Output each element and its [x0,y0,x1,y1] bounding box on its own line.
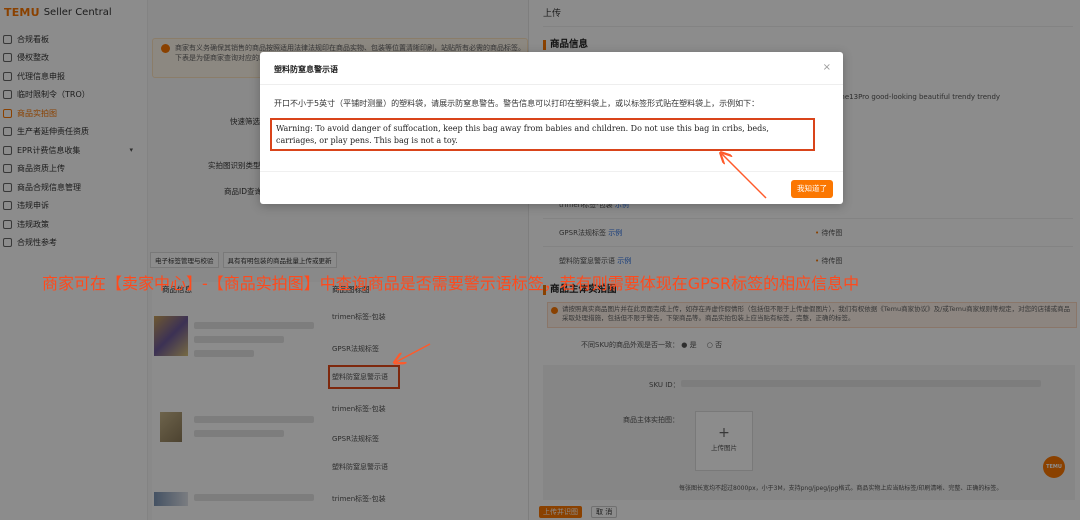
divider [260,84,843,85]
warning-dialog: 塑料防窒息警示语 × 开口不小于5英寸（平铺时测量）的塑料袋，请展示防窒息警告。… [260,52,843,204]
dialog-description: 开口不小于5英寸（平铺时测量）的塑料袋，请展示防窒息警告。警告信息可以打印在塑料… [274,99,760,108]
dialog-title: 塑料防窒息警示语 [274,65,338,74]
warning-example-text: Warning: To avoid danger of suffocation,… [270,118,815,151]
got-it-button[interactable]: 我知道了 [791,180,833,198]
divider [260,171,843,172]
annotation-text: 商家可在【卖家中心】-【商品实拍图】中查询商品是否需要警示语标签，若有则需要体现… [42,274,860,293]
close-icon[interactable]: × [823,62,831,73]
